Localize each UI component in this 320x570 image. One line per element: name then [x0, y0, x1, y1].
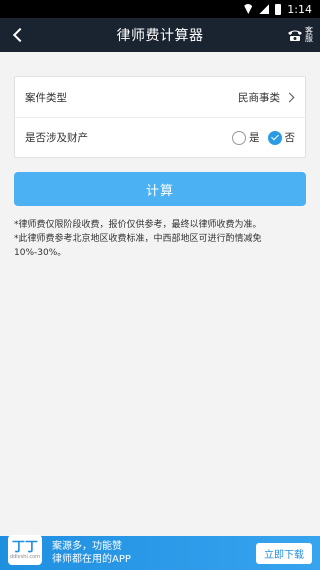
service-label: 客服 [305, 26, 313, 43]
ad-line1: 案源多，功能赞 [52, 541, 122, 552]
back-icon [12, 27, 28, 43]
note-line: *此律师费参考北京地区收费标准，中西部地区可进行酌情减免10%-30%。 [14, 234, 262, 258]
note-line: *律师费仅限阶段收费，报价仅供参考，最终以律师收费为准。 [14, 220, 262, 230]
radio-unchecked-icon [232, 130, 246, 145]
logo-text: 丁丁 [11, 539, 38, 555]
calculate-button[interactable]: 计算 [14, 172, 306, 206]
customer-service-button[interactable]: 客服 [287, 18, 314, 52]
app-logo: 丁丁 ddlvshi.com [8, 535, 42, 565]
radio-no[interactable]: 否 [267, 130, 296, 145]
telephone-icon [288, 30, 302, 41]
status-bar: 1:14 [0, 0, 320, 18]
case-type-row[interactable]: 案件类型 民商事类 [15, 77, 305, 117]
wifi-icon [243, 4, 254, 14]
download-button[interactable]: 立即下载 [256, 542, 312, 564]
notes: *律师费仅限阶段收费，报价仅供参考，最终以律师收费为准。 *此律师费参考北京地区… [14, 218, 306, 260]
radio-yes[interactable]: 是 [232, 130, 260, 145]
radio-yes-label: 是 [249, 132, 260, 144]
app-header: 律师费计算器 客服 [0, 18, 320, 52]
status-time: 1:14 [287, 2, 312, 16]
ad-banner[interactable]: 丁丁 ddlvshi.com 案源多，功能赞 律师都在用的APP 立即下载 [0, 535, 320, 570]
ad-line2: 律师都在用的APP [52, 554, 131, 565]
property-label: 是否涉及财产 [25, 132, 88, 144]
case-type-label: 案件类型 [25, 91, 67, 104]
property-row: 是否涉及财产 是 否 [15, 117, 305, 157]
radio-no-label: 否 [284, 132, 296, 144]
case-type-value: 民商事类 [238, 91, 280, 104]
logo-sub: ddlvshi.com [9, 553, 41, 560]
signal-icon [259, 4, 270, 14]
battery-icon [275, 3, 282, 15]
ad-text: 案源多，功能赞 律师都在用的APP [52, 540, 256, 566]
page-title: 律师费计算器 [116, 28, 204, 44]
calculator-form: 案件类型 民商事类 是否涉及财产 是 否 [14, 76, 306, 158]
back-button[interactable] [6, 18, 30, 52]
radio-checked-icon [267, 130, 282, 145]
chevron-right-icon [284, 92, 295, 102]
